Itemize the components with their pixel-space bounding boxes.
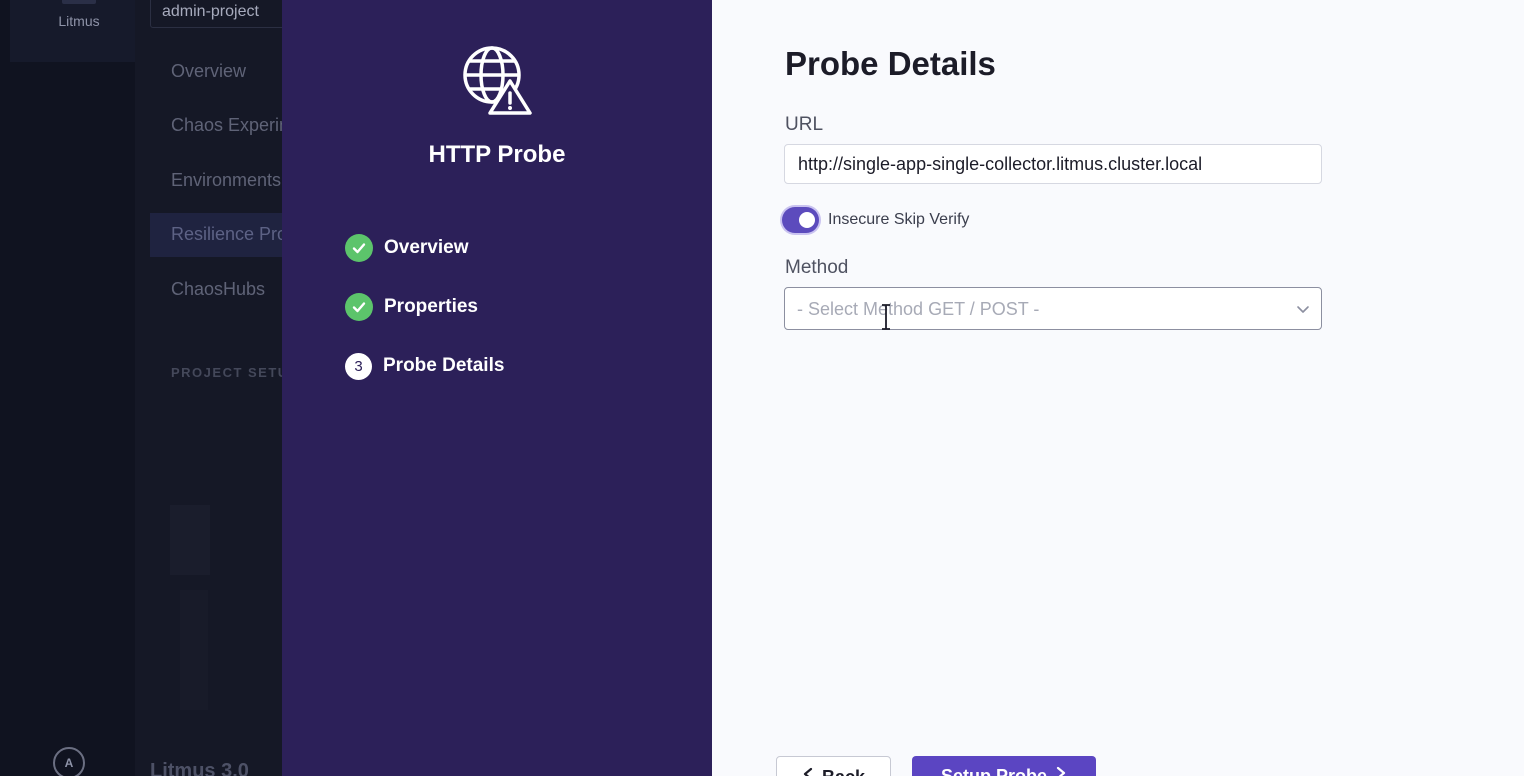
sidebar-section-label: PROJECT SETUP [171, 365, 285, 380]
text-cursor-icon [882, 304, 890, 330]
app-screen: Litmus A admin-project Overview Chaos Ex… [0, 0, 1524, 776]
wizard-step-overview[interactable]: Overview [345, 233, 469, 263]
setup-probe-button[interactable]: Setup Probe [912, 756, 1096, 776]
url-input[interactable] [784, 144, 1322, 184]
wizard-step-label: Probe Details [383, 355, 505, 376]
page-title: Probe Details [785, 45, 996, 82]
wizard-step-probe-details[interactable]: 3 Probe Details [345, 351, 504, 381]
wizard-panel [282, 0, 712, 776]
wizard-step-label: Properties [384, 296, 478, 317]
chevron-down-icon [1297, 306, 1309, 313]
sidebar-item-chaos-experiments[interactable]: Chaos Experiments [150, 104, 285, 148]
url-label: URL [785, 114, 824, 135]
sidebar-item-chaoshubs[interactable]: ChaosHubs [150, 268, 285, 312]
back-button-label: Back [822, 767, 865, 776]
project-sidebar: admin-project Overview Chaos Experiments… [135, 0, 285, 776]
sidebar-item-overview[interactable]: Overview [150, 50, 285, 94]
globe-warning-icon [463, 46, 532, 115]
wizard-step-label: Overview [384, 237, 469, 258]
sidebar-footer: Litmus 3.0 [150, 760, 249, 776]
wizard-step-properties[interactable]: Properties [345, 292, 478, 322]
form-panel [712, 0, 1524, 776]
chevron-right-icon [1056, 766, 1066, 776]
method-label: Method [785, 257, 849, 278]
insecure-skip-verify-label: Insecure Skip Verify [828, 211, 970, 228]
method-placeholder: - Select Method GET / POST - [797, 299, 1040, 319]
sidebar-item-environments[interactable]: Environments [150, 159, 285, 203]
background-placeholder [170, 505, 210, 575]
rail-home[interactable]: Litmus [10, 0, 135, 62]
avatar[interactable]: A [53, 747, 85, 776]
background-placeholder [180, 590, 208, 710]
insecure-skip-verify-toggle[interactable] [782, 207, 819, 233]
app-rail: Litmus A [0, 0, 135, 776]
check-icon [345, 234, 373, 262]
sidebar-item-resilience-probes[interactable]: Resilience Probes [150, 213, 285, 257]
rail-label: Litmus [58, 13, 100, 29]
back-button[interactable]: Back [776, 756, 891, 776]
project-selector[interactable]: admin-project [150, 0, 285, 28]
setup-probe-button-label: Setup Probe [940, 766, 1047, 776]
wizard-title: HTTP Probe [428, 141, 566, 168]
step-number: 3 [345, 352, 372, 380]
method-select[interactable]: - Select Method GET / POST - [784, 287, 1322, 330]
toggle-knob [799, 212, 815, 228]
litmus-logo-icon [62, 0, 96, 4]
check-icon [345, 293, 373, 321]
chevron-left-icon [803, 767, 813, 776]
